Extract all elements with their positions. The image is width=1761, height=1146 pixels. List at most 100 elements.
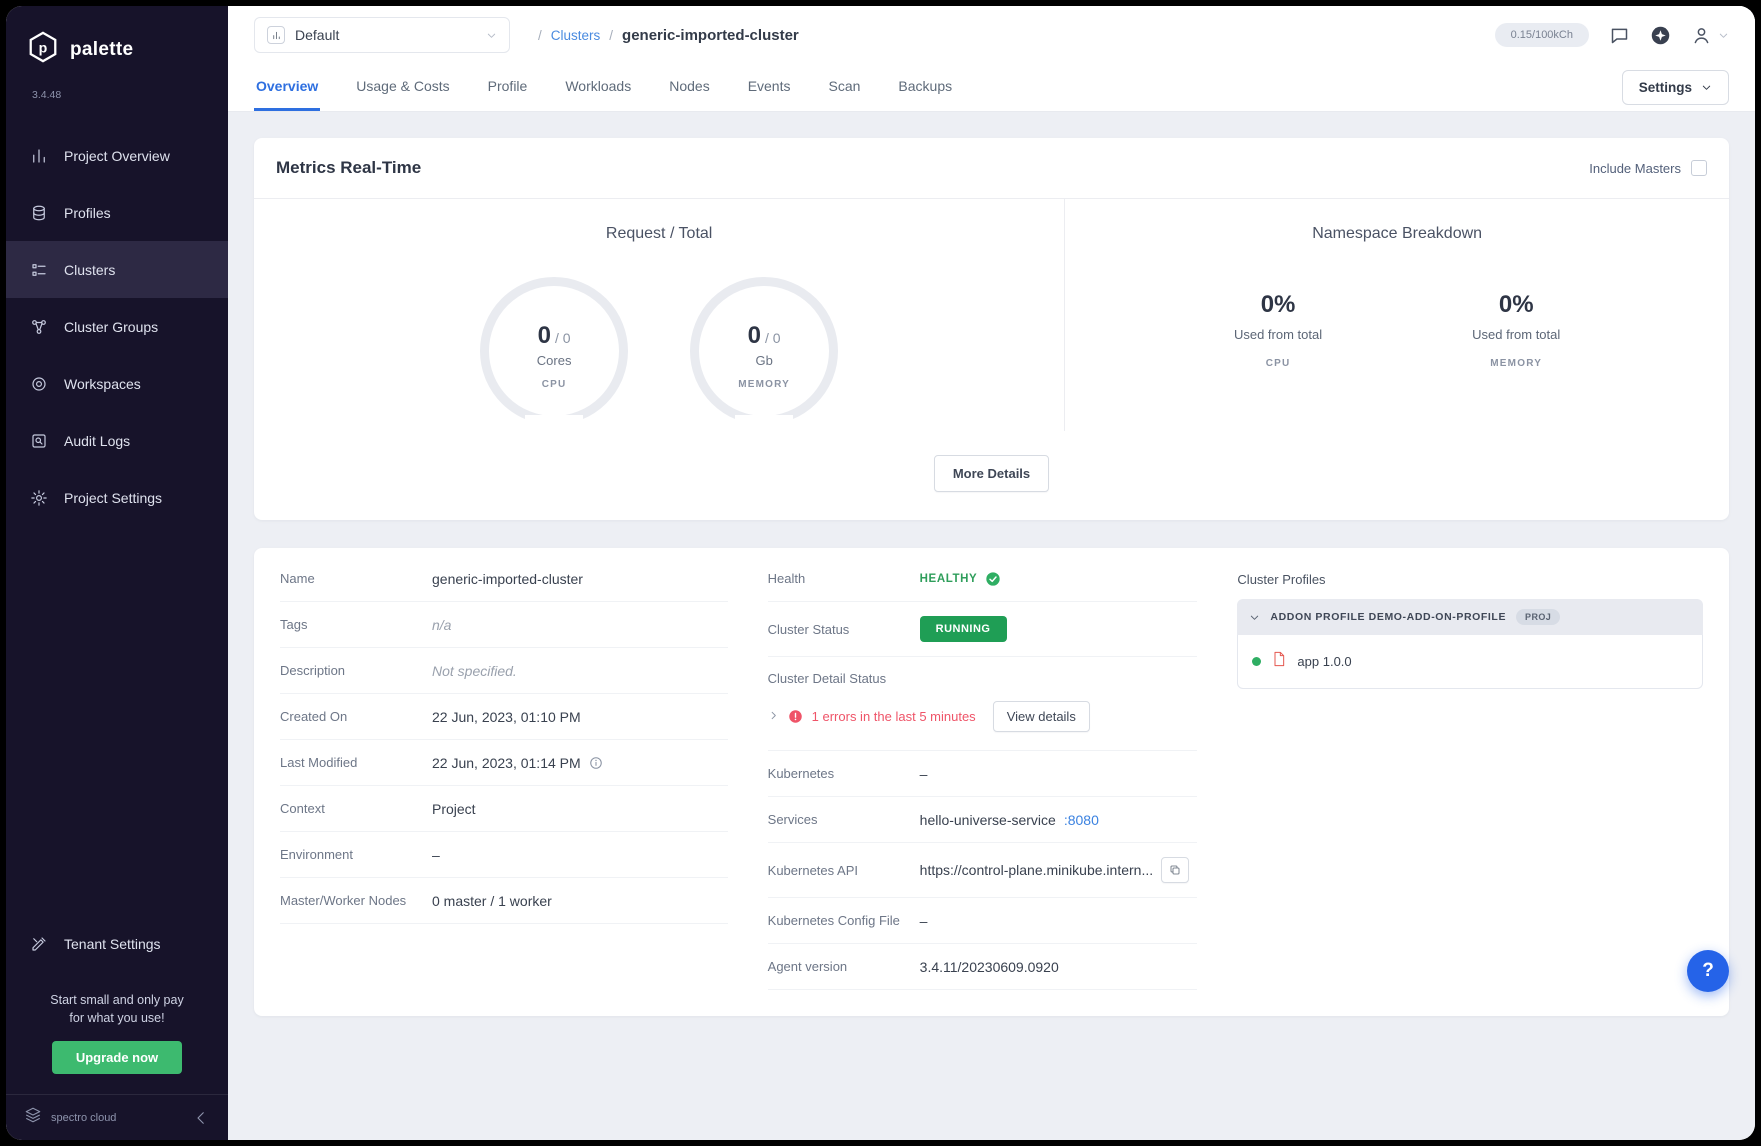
app-window: p palette 3.4.48 Project Overview Profil…: [6, 6, 1755, 1140]
chat-icon[interactable]: [1609, 25, 1630, 46]
clusters-list-icon: [30, 261, 48, 279]
memory-gauge: 0/ 0 Gb MEMORY: [690, 277, 838, 425]
service-port-link[interactable]: :8080: [1064, 812, 1099, 828]
profile-pack-row[interactable]: app 1.0.0: [1237, 635, 1703, 689]
namespace-breakdown-title: Namespace Breakdown: [1065, 225, 1729, 243]
cpu-percent-caption: CPU: [1234, 358, 1322, 369]
proj-badge: PROJ: [1516, 609, 1560, 625]
namespace-memory-stat: 0% Used from total MEMORY: [1472, 291, 1560, 369]
sidebar-item-label: Workspaces: [64, 376, 141, 392]
collapse-sidebar-icon[interactable]: [192, 1109, 210, 1127]
sidebar-item-label: Profiles: [64, 205, 111, 221]
content: Metrics Real-Time Include Masters Reques…: [228, 112, 1755, 1140]
sidebar-item-project-overview[interactable]: Project Overview: [6, 127, 228, 184]
tabbar: Overview Usage & Costs Profile Workloads…: [228, 64, 1755, 112]
brand: p palette: [6, 6, 228, 73]
cpu-gauge-value: 0: [538, 322, 551, 349]
settings-button[interactable]: Settings: [1622, 70, 1729, 105]
breadcrumb: / Clusters / generic-imported-cluster: [538, 27, 799, 44]
view-details-button[interactable]: View details: [993, 701, 1090, 732]
tab-events[interactable]: Events: [746, 64, 793, 111]
profile-group-label: ADDON PROFILE DEMO-ADD-ON-PROFILE: [1270, 611, 1506, 623]
sidebar-item-label: Audit Logs: [64, 433, 130, 449]
request-total-title: Request / Total: [254, 225, 1064, 243]
copy-icon[interactable]: [1161, 857, 1189, 883]
sidebar-item-project-settings[interactable]: Project Settings: [6, 469, 228, 526]
detail-row-kubernetes-config: Kubernetes Config File –: [768, 898, 1198, 944]
metrics-footer: More Details: [254, 431, 1729, 520]
announcements-star-icon[interactable]: [1650, 25, 1671, 46]
tab-backups[interactable]: Backups: [896, 64, 954, 111]
user-icon: [1691, 25, 1712, 46]
namespace-breakdown-section: Namespace Breakdown 0% Used from total C…: [1065, 199, 1729, 431]
audit-shield-icon: [30, 432, 48, 450]
tab-profile[interactable]: Profile: [486, 64, 530, 111]
sidebar-item-workspaces[interactable]: Workspaces: [6, 355, 228, 412]
include-masters-control: Include Masters: [1589, 160, 1707, 176]
detail-row-context: Context Project: [280, 786, 728, 832]
sidebar-item-label: Cluster Groups: [64, 319, 158, 335]
error-icon: [788, 709, 803, 724]
cluster-profiles-title: Cluster Profiles: [1237, 572, 1703, 587]
sidebar-item-profiles[interactable]: Profiles: [6, 184, 228, 241]
help-button[interactable]: ?: [1687, 950, 1729, 992]
detail-row-master-worker-nodes: Master/Worker Nodes 0 master / 1 worker: [280, 878, 728, 924]
cluster-details-card: Name generic-imported-cluster Tags n/a D…: [254, 548, 1729, 1016]
more-details-button[interactable]: More Details: [934, 455, 1049, 492]
sidebar-nav: Project Overview Profiles Clusters Clust…: [6, 127, 228, 526]
detail-row-last-modified: Last Modified 22 Jun, 2023, 01:14 PM: [280, 740, 728, 786]
tab-usage-costs[interactable]: Usage & Costs: [354, 64, 451, 111]
tab-workloads[interactable]: Workloads: [563, 64, 633, 111]
metrics-body: Request / Total 0/ 0 Cores CPU: [254, 199, 1729, 431]
upgrade-now-button[interactable]: Upgrade now: [52, 1041, 182, 1074]
metrics-title: Metrics Real-Time: [276, 158, 421, 178]
sidebar-item-tenant-settings[interactable]: Tenant Settings: [6, 916, 228, 973]
tab-overview[interactable]: Overview: [254, 64, 320, 111]
detail-row-description: Description Not specified.: [280, 648, 728, 694]
sidebar-item-clusters[interactable]: Clusters: [6, 241, 228, 298]
breadcrumb-current: generic-imported-cluster: [622, 27, 799, 44]
settings-button-label: Settings: [1639, 80, 1692, 95]
main-area: Default / Clusters / generic-imported-cl…: [228, 6, 1755, 1140]
sidebar-item-label: Tenant Settings: [64, 936, 161, 952]
include-masters-checkbox[interactable]: [1691, 160, 1707, 176]
cluster-profiles-column: Cluster Profiles ADDON PROFILE DEMO-ADD-…: [1237, 556, 1703, 689]
tab-scan[interactable]: Scan: [827, 64, 863, 111]
expand-chevron-icon[interactable]: [768, 708, 779, 726]
detail-row-services: Services hello-universe-service :8080: [768, 797, 1198, 843]
memory-percent: 0%: [1472, 291, 1560, 319]
detail-row-environment: Environment –: [280, 832, 728, 878]
project-selector[interactable]: Default: [254, 17, 510, 53]
details-left-column: Name generic-imported-cluster Tags n/a D…: [280, 556, 728, 924]
error-message: 1 errors in the last 5 minutes: [812, 709, 976, 724]
promo-text: Start small and only pay for what you us…: [16, 991, 218, 1027]
user-menu[interactable]: [1691, 25, 1729, 46]
project-icon: [267, 26, 285, 44]
service-name: hello-universe-service: [920, 812, 1056, 828]
detail-row-name: Name generic-imported-cluster: [280, 556, 728, 602]
check-circle-icon: [985, 571, 1001, 587]
tab-nodes[interactable]: Nodes: [667, 64, 711, 111]
cpu-gauge-total: / 0: [555, 330, 571, 346]
memory-percent-caption: MEMORY: [1472, 358, 1560, 369]
namespace-stats: 0% Used from total CPU 0% Used from tota…: [1065, 291, 1729, 369]
health-status-text: HEALTHY: [920, 573, 978, 585]
app-version: 3.4.48: [6, 73, 228, 101]
request-total-section: Request / Total 0/ 0 Cores CPU: [254, 199, 1065, 431]
memory-gauge-caption: MEMORY: [738, 379, 790, 390]
sidebar-item-audit-logs[interactable]: Audit Logs: [6, 412, 228, 469]
detail-row-kubernetes-api: Kubernetes API https://control-plane.min…: [768, 843, 1198, 898]
cpu-gauge: 0/ 0 Cores CPU: [480, 277, 628, 425]
cpu-percent-label: Used from total: [1234, 327, 1322, 342]
breadcrumb-clusters-link[interactable]: Clusters: [551, 28, 601, 43]
network-nodes-icon: [30, 318, 48, 336]
gear-icon: [30, 489, 48, 507]
details-middle-column: Health HEALTHY Cluster Status RUNNING: [768, 556, 1198, 990]
sidebar-item-cluster-groups[interactable]: Cluster Groups: [6, 298, 228, 355]
sidebar-item-label: Clusters: [64, 262, 115, 278]
profile-group-header[interactable]: ADDON PROFILE DEMO-ADD-ON-PROFILE PROJ: [1237, 599, 1703, 635]
memory-gauge-unit: Gb: [755, 353, 772, 368]
info-icon[interactable]: [589, 756, 603, 770]
cpu-percent: 0%: [1234, 291, 1322, 319]
breadcrumb-separator: /: [538, 28, 542, 43]
